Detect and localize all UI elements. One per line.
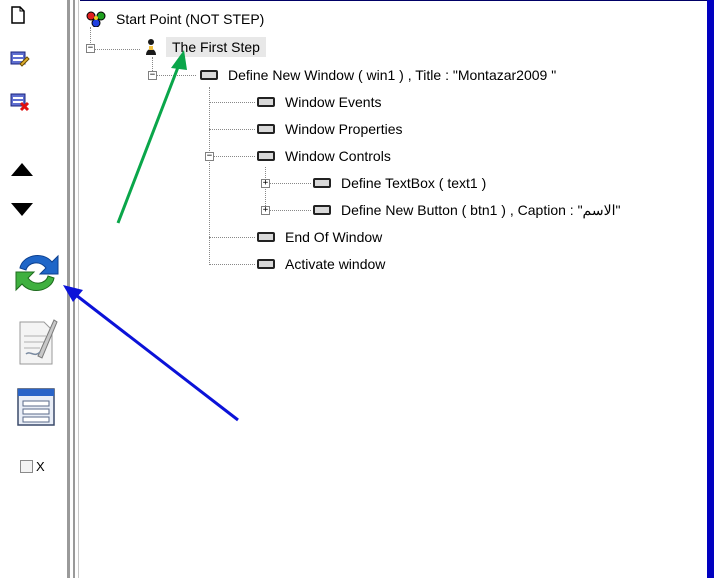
window-node-icon — [257, 151, 275, 161]
define-window-label: Define New Window ( win1 ) , Title : "Mo… — [228, 67, 557, 83]
step-label: The First Step — [166, 37, 266, 57]
delete-item-icon — [10, 93, 30, 112]
tree-line — [209, 87, 210, 265]
collapse-step-toggle[interactable]: − — [86, 44, 95, 53]
tree-line — [209, 264, 255, 265]
move-up-button[interactable] — [10, 162, 34, 178]
tree-line — [265, 183, 311, 184]
checkbox-label: X — [36, 459, 45, 474]
window-node-icon — [257, 97, 275, 107]
tree-node-define-button[interactable]: Define New Button ( btn1 ) , Caption : "… — [313, 200, 620, 220]
tree-node-window-events[interactable]: Window Events — [257, 92, 381, 112]
tree-node-first-step[interactable]: The First Step — [144, 37, 266, 57]
splitter-bar[interactable] — [67, 0, 70, 578]
window-node-icon — [257, 259, 275, 269]
window-node-icon — [200, 70, 218, 80]
expand-button-toggle[interactable]: + — [261, 206, 270, 215]
panel-right-border — [707, 0, 714, 578]
form-window-button[interactable] — [16, 387, 56, 427]
window-controls-label: Window Controls — [285, 148, 391, 164]
network-root-icon — [86, 11, 106, 27]
app-window: X − − − + + Start Point (NOT STEP) The F… — [0, 0, 714, 578]
checkbox-box[interactable] — [20, 460, 33, 473]
window-node-icon — [313, 205, 331, 215]
edit-notes-icon — [19, 319, 58, 365]
tree-line — [209, 156, 255, 157]
tree-node-define-textbox[interactable]: Define TextBox ( text1 ) — [313, 173, 486, 193]
define-button-label: Define New Button ( btn1 ) , Caption : "… — [341, 201, 621, 218]
tree-line — [209, 237, 255, 238]
splitter-line — [78, 0, 79, 578]
splitter-bar-inner[interactable] — [73, 0, 75, 578]
window-events-label: Window Events — [285, 94, 382, 110]
tree-line — [209, 102, 255, 103]
new-document-button[interactable] — [10, 6, 26, 24]
edit-properties-icon — [10, 51, 30, 67]
refresh-icon — [15, 254, 59, 292]
window-node-icon — [257, 124, 275, 134]
window-node-icon — [313, 178, 331, 188]
tree-line — [265, 167, 266, 210]
move-down-arrow-icon — [11, 203, 33, 216]
refresh-button[interactable] — [14, 248, 60, 298]
tree-node-activate-window[interactable]: Activate window — [257, 254, 385, 274]
tree-line — [209, 129, 255, 130]
activate-window-label: Activate window — [285, 256, 386, 272]
window-properties-label: Window Properties — [285, 121, 403, 137]
tree-node-end-of-window[interactable]: End Of Window — [257, 227, 382, 247]
root-label: Start Point (NOT STEP) — [116, 11, 265, 27]
expand-textbox-toggle[interactable]: + — [261, 179, 270, 188]
tree-line — [152, 75, 196, 76]
tree-line — [265, 210, 311, 211]
edit-properties-button[interactable] — [10, 50, 30, 68]
window-node-icon — [257, 232, 275, 242]
form-window-icon — [17, 388, 55, 426]
delete-item-button[interactable] — [10, 92, 30, 112]
tree-node-root[interactable]: Start Point (NOT STEP) — [86, 9, 264, 29]
define-textbox-label: Define TextBox ( text1 ) — [341, 175, 487, 191]
collapse-window-toggle[interactable]: − — [148, 71, 157, 80]
tree-line — [90, 49, 140, 50]
new-document-icon — [11, 6, 25, 24]
x-checkbox[interactable]: X — [20, 459, 45, 474]
move-down-button[interactable] — [10, 201, 34, 217]
tree-node-define-window[interactable]: Define New Window ( win1 ) , Title : "Mo… — [200, 65, 556, 85]
tree-node-window-properties[interactable]: Window Properties — [257, 119, 403, 139]
step-figure-icon — [146, 39, 156, 55]
collapse-controls-toggle[interactable]: − — [205, 152, 214, 161]
move-up-arrow-icon — [11, 163, 33, 176]
edit-notes-button[interactable] — [16, 316, 58, 366]
end-of-window-label: End Of Window — [285, 229, 383, 245]
step-tree-panel[interactable]: − − − + + Start Point (NOT STEP) The Fir… — [80, 0, 714, 578]
tree-node-window-controls[interactable]: Window Controls — [257, 146, 391, 166]
left-toolbar: X — [0, 0, 64, 578]
